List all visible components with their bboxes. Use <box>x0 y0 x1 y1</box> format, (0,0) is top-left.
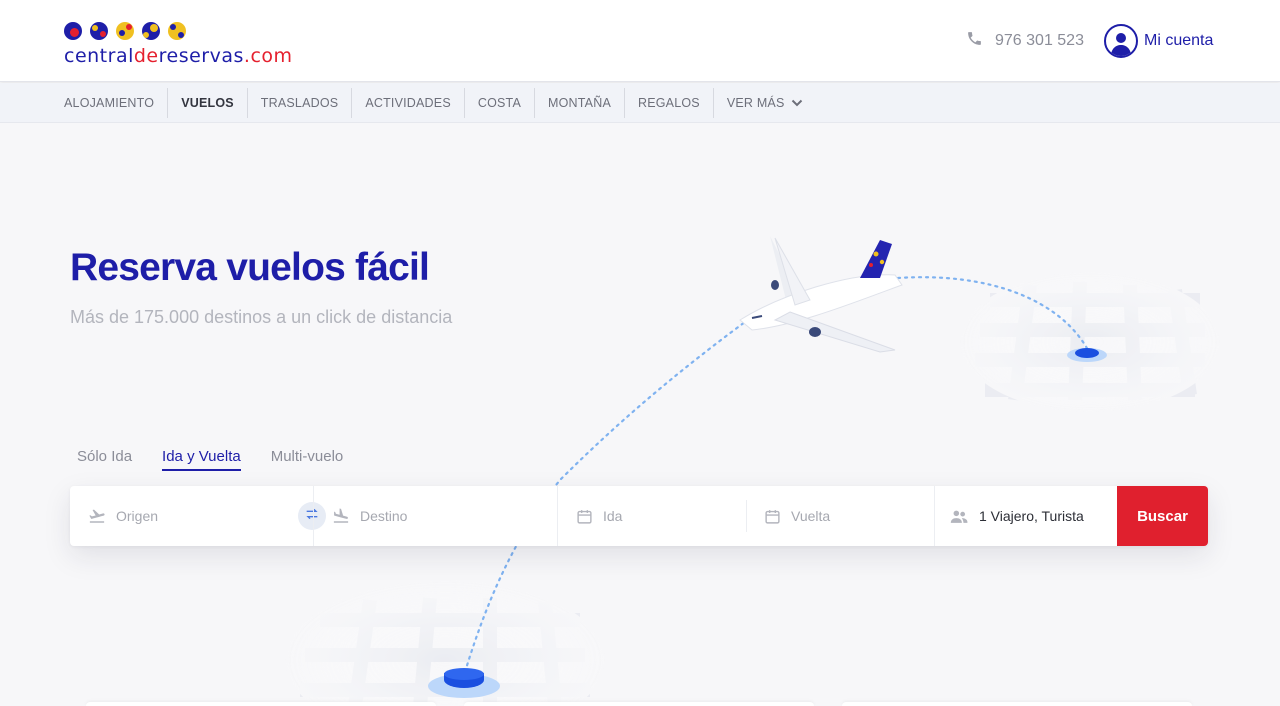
hero-subtitle: Más de 175.000 destinos a un click de di… <box>70 307 453 327</box>
chevron-down-icon <box>791 96 803 110</box>
nav-item-montana[interactable]: MONTAÑA <box>535 88 625 118</box>
landing-icon <box>332 507 350 525</box>
phone-icon <box>966 30 983 52</box>
nav-item-regalos[interactable]: REGALOS <box>625 88 714 118</box>
phone-contact[interactable]: 976 301 523 <box>966 30 1084 52</box>
swap-icon <box>304 506 320 527</box>
content-cards-peek <box>86 702 1196 706</box>
departure-date-field[interactable]: Ida <box>576 486 746 546</box>
origin-placeholder: Origen <box>116 508 159 524</box>
nav-item-ver-mas[interactable]: VER MÁS <box>714 88 816 118</box>
airplane-illustration <box>739 236 903 353</box>
nav-item-traslados[interactable]: TRASLADOS <box>248 88 353 118</box>
card-edge <box>842 702 1192 706</box>
nav-item-costa[interactable]: COSTA <box>465 88 536 118</box>
main-nav: ALOJAMIENTO VUELOS TRASLADOS ACTIVIDADES… <box>0 83 1280 123</box>
return-placeholder: Vuelta <box>791 508 831 524</box>
divider <box>934 486 935 546</box>
origin-field[interactable]: Origen <box>88 486 298 546</box>
logo[interactable]: centraldereservas.com <box>64 22 293 67</box>
grid-pattern-bottom <box>285 580 605 706</box>
return-date-field[interactable]: Vuelta <box>764 486 934 546</box>
divider <box>746 500 747 532</box>
destination-field[interactable]: Destino <box>332 486 552 546</box>
search-button[interactable]: Buscar <box>1117 486 1208 546</box>
people-icon <box>950 508 969 525</box>
account-label: Mi cuenta <box>1144 32 1214 49</box>
destination-placeholder: Destino <box>360 508 408 524</box>
divider <box>313 486 314 546</box>
user-circle-icon <box>1104 24 1138 58</box>
card-edge <box>464 702 814 706</box>
trip-type-tabs: Sólo Ida Ida y Vuelta Multi-vuelo <box>77 448 343 471</box>
takeoff-icon <box>88 507 106 525</box>
tab-solo-ida[interactable]: Sólo Ida <box>77 448 132 471</box>
nav-item-alojamiento[interactable]: ALOJAMIENTO <box>51 88 169 118</box>
hero-title: Reserva vuelos fácil <box>70 246 430 289</box>
tab-multi-vuelo[interactable]: Multi-vuelo <box>271 448 344 471</box>
tab-ida-y-vuelta[interactable]: Ida y Vuelta <box>162 448 241 471</box>
divider <box>557 486 558 546</box>
nav-item-vuelos[interactable]: VUELOS <box>168 88 248 118</box>
calendar-icon <box>576 508 593 525</box>
phone-number: 976 301 523 <box>995 32 1084 49</box>
card-edge <box>86 702 436 706</box>
destination-pin-top <box>1067 348 1107 362</box>
travelers-value: 1 Viajero, Turista <box>979 508 1084 524</box>
logo-text: centraldereservas.com <box>64 45 293 67</box>
logo-balls <box>64 22 293 42</box>
departure-placeholder: Ida <box>603 508 623 524</box>
origin-pin-bottom <box>428 668 500 698</box>
travelers-field[interactable]: 1 Viajero, Turista <box>950 486 1115 546</box>
flight-search-bar: Origen Destino Ida Vuelta 1 Viajero, Tur… <box>70 486 1208 546</box>
account-link[interactable]: Mi cuenta <box>1104 24 1213 58</box>
calendar-icon <box>764 508 781 525</box>
swap-button[interactable] <box>298 502 326 530</box>
site-header: centraldereservas.com 976 301 523 Mi cue… <box>0 0 1280 82</box>
grid-pattern-top <box>960 272 1220 412</box>
nav-item-actividades[interactable]: ACTIVIDADES <box>352 88 465 118</box>
